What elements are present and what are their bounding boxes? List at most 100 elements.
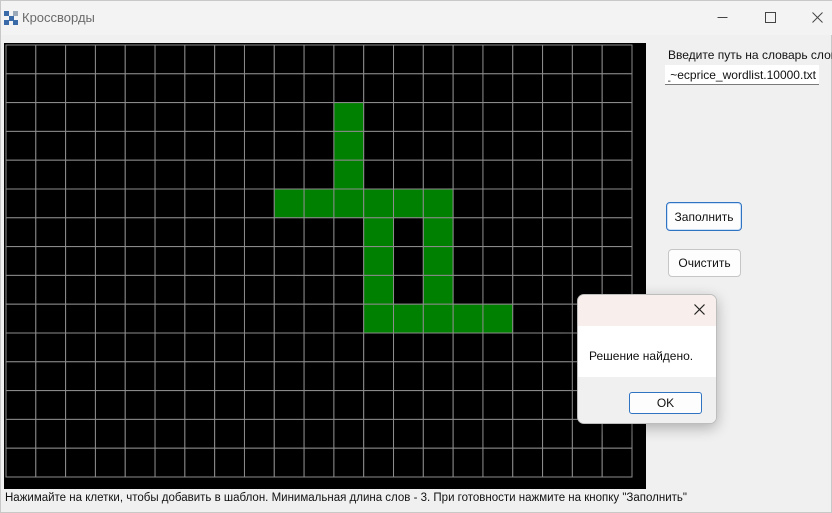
grid-cell-filled[interactable] [422, 274, 454, 305]
grid-cell[interactable] [482, 159, 514, 190]
grid-cell[interactable] [542, 390, 573, 420]
grid-cell[interactable] [452, 73, 484, 104]
grid-cell[interactable] [94, 73, 126, 104]
grid-cell[interactable] [393, 332, 424, 363]
grid-cell[interactable] [422, 159, 454, 190]
grid-cell[interactable] [5, 418, 37, 449]
grid-cell[interactable] [243, 246, 275, 276]
grid-cell[interactable] [512, 332, 544, 363]
clear-button[interactable]: Очистить [668, 249, 741, 277]
grid-cell[interactable] [5, 44, 37, 75]
grid-cell[interactable] [65, 159, 96, 190]
grid-cell[interactable] [35, 361, 67, 392]
grid-cell[interactable] [393, 217, 424, 248]
grid-cell[interactable] [65, 130, 96, 161]
grid-cell[interactable] [154, 73, 186, 104]
grid-cell[interactable] [482, 361, 514, 392]
grid-cell[interactable] [5, 246, 37, 276]
grid-cell[interactable] [333, 361, 365, 392]
grid-cell[interactable] [5, 361, 37, 392]
grid-cell[interactable] [393, 361, 424, 392]
grid-cell[interactable] [35, 274, 67, 305]
grid-cell[interactable] [94, 159, 126, 190]
grid-cell[interactable] [482, 102, 514, 132]
grid-cell[interactable] [65, 217, 96, 248]
grid-cell[interactable] [94, 447, 126, 478]
grid-cell[interactable] [452, 274, 484, 305]
grid-cell[interactable] [571, 447, 603, 478]
grid-cell[interactable] [184, 418, 216, 449]
grid-cell[interactable] [214, 246, 245, 276]
grid-cell[interactable] [35, 188, 67, 219]
grid-cell[interactable] [571, 102, 603, 132]
grid-cell[interactable] [303, 102, 335, 132]
minimize-button[interactable] [699, 1, 745, 35]
grid-cell[interactable] [243, 73, 275, 104]
grid-cell-filled[interactable] [363, 217, 395, 248]
grid-cell[interactable] [571, 188, 603, 219]
grid-cell[interactable] [393, 390, 424, 420]
title-bar[interactable]: Кроссворды [1, 1, 832, 35]
grid-cell[interactable] [154, 274, 186, 305]
grid-cell[interactable] [214, 447, 245, 478]
grid-cell[interactable] [243, 332, 275, 363]
grid-cell[interactable] [35, 332, 67, 363]
grid-cell[interactable] [184, 73, 216, 104]
grid-cell[interactable] [422, 130, 454, 161]
grid-cell[interactable] [5, 73, 37, 104]
grid-cell[interactable] [65, 303, 96, 334]
grid-cell[interactable] [512, 246, 544, 276]
grid-cell[interactable] [273, 418, 305, 449]
grid-cell[interactable] [452, 361, 484, 392]
grid-cell[interactable] [154, 418, 186, 449]
grid-cell[interactable] [512, 102, 544, 132]
grid-cell[interactable] [422, 361, 454, 392]
grid-cell[interactable] [482, 217, 514, 248]
grid-cell[interactable] [65, 361, 96, 392]
grid-cell[interactable] [452, 44, 484, 75]
grid-cell[interactable] [601, 217, 633, 248]
grid-cell[interactable] [94, 274, 126, 305]
grid-cell[interactable] [363, 332, 395, 363]
grid-cell[interactable] [542, 188, 573, 219]
grid-cell[interactable] [184, 303, 216, 334]
grid-cell[interactable] [214, 44, 245, 75]
grid-cell[interactable] [273, 102, 305, 132]
grid-cell[interactable] [512, 73, 544, 104]
grid-cell[interactable] [214, 130, 245, 161]
grid-cell[interactable] [184, 217, 216, 248]
fill-button[interactable]: Заполнить [666, 202, 742, 231]
grid-cell[interactable] [124, 73, 156, 104]
grid-cell[interactable] [512, 188, 544, 219]
grid-cell-filled[interactable] [363, 246, 395, 276]
grid-cell[interactable] [571, 217, 603, 248]
grid-cell[interactable] [35, 73, 67, 104]
grid-cell[interactable] [35, 447, 67, 478]
grid-cell-filled[interactable] [393, 188, 424, 219]
grid-cell[interactable] [542, 217, 573, 248]
grid-cell[interactable] [422, 44, 454, 75]
grid-cell[interactable] [571, 159, 603, 190]
grid-cell-filled[interactable] [422, 246, 454, 276]
grid-cell[interactable] [184, 390, 216, 420]
grid-cell[interactable] [65, 44, 96, 75]
grid-cell[interactable] [393, 130, 424, 161]
grid-cell[interactable] [124, 159, 156, 190]
grid-cell[interactable] [65, 246, 96, 276]
grid-cell[interactable] [542, 303, 573, 334]
grid-cell[interactable] [65, 274, 96, 305]
grid-cell[interactable] [512, 447, 544, 478]
grid-cell[interactable] [333, 73, 365, 104]
grid-cell[interactable] [363, 102, 395, 132]
grid-cell[interactable] [512, 390, 544, 420]
grid-cell[interactable] [124, 188, 156, 219]
grid-cell[interactable] [154, 159, 186, 190]
grid-cell-filled[interactable] [333, 159, 365, 190]
grid-cell[interactable] [243, 130, 275, 161]
grid-cell[interactable] [35, 246, 67, 276]
grid-cell[interactable] [452, 390, 484, 420]
grid-cell[interactable] [333, 44, 365, 75]
grid-cell[interactable] [601, 159, 633, 190]
ok-button[interactable]: OK [629, 392, 702, 414]
grid-cell[interactable] [214, 332, 245, 363]
